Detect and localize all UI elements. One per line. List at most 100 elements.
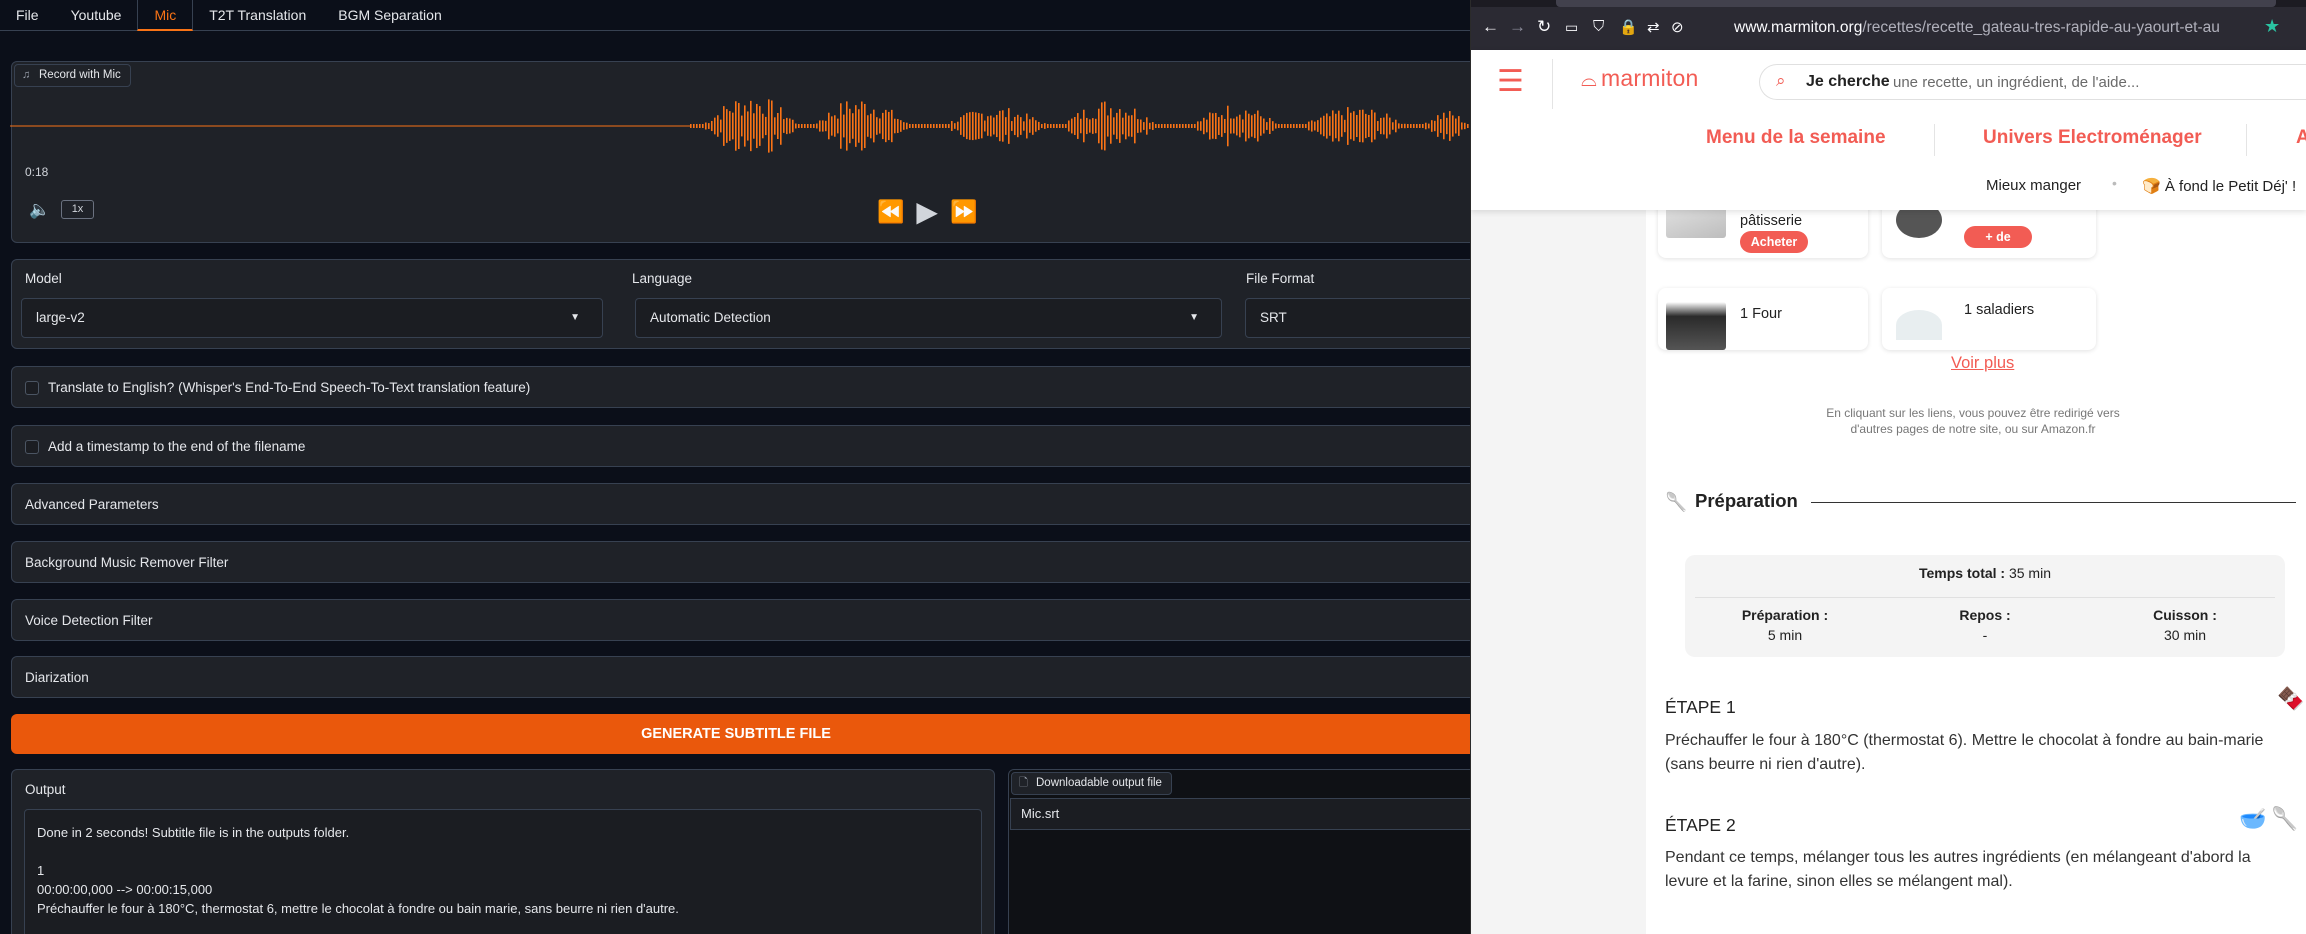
bgm-remover-accordion[interactable]: Background Music Remover Filter (11, 541, 1470, 583)
waveform-bar (1230, 118, 1232, 134)
tab-file[interactable]: File (0, 0, 55, 31)
tab-t2t-translation[interactable]: T2T Translation (193, 0, 322, 31)
waveform-bar (1023, 121, 1025, 131)
timestamp-option[interactable]: Add a timestamp to the end of the filena… (11, 425, 1470, 467)
product-card-saladiers[interactable]: 1 saladiers (1882, 288, 2096, 350)
language-dropdown[interactable]: Automatic Detection ▼ (635, 298, 1222, 338)
waveform-bar (945, 124, 947, 128)
waveform-bar (1170, 124, 1172, 128)
waveform-bar (1458, 116, 1460, 136)
diarization-accordion[interactable]: Diarization (11, 656, 1470, 698)
waveform-bar (963, 115, 965, 137)
browser-tab[interactable] (1556, 0, 2276, 7)
download-panel: 🗋 Downloadable output file (1008, 769, 1470, 934)
rewind-icon[interactable]: ⏪ (877, 199, 904, 225)
waveform-bar (1017, 114, 1019, 138)
audio-label-text: Record with Mic (39, 69, 121, 81)
waveform-bar (903, 122, 905, 130)
file-format-dropdown[interactable]: SRT (1245, 298, 1470, 338)
back-icon[interactable]: ← (1482, 17, 1499, 37)
url-bar[interactable]: www.marmiton.org/recettes/recette_gateau… (1734, 19, 2220, 37)
tab-mic[interactable]: Mic (137, 0, 194, 31)
advanced-parameters-accordion[interactable]: Advanced Parameters (11, 483, 1470, 525)
timestamp-checkbox[interactable] (25, 440, 39, 454)
waveform-bar (1215, 112, 1217, 140)
preparation-title: Préparation (1695, 490, 1798, 511)
waveform-bar (690, 124, 692, 128)
tracking-icon[interactable]: ⊘ (1671, 18, 1684, 36)
model-dropdown[interactable]: large-v2 ▼ (21, 298, 603, 338)
waveform-bar (894, 118, 896, 134)
screen: File Youtube Mic T2T Translation BGM Sep… (0, 0, 2306, 934)
waveform-bar (1254, 113, 1256, 139)
lock-icon[interactable]: 🔒 (1619, 18, 1638, 36)
audio-waveform[interactable] (10, 92, 1470, 160)
waveform-bar (1263, 118, 1265, 134)
waveform-bar (834, 115, 836, 137)
playback-time: 0:18 (25, 165, 49, 179)
permissions-icon[interactable]: ⇄ (1647, 18, 1660, 36)
waveform-bar (981, 113, 983, 139)
waveform-bar (1407, 124, 1409, 128)
nav-menu-semaine[interactable]: Menu de la semaine (1706, 127, 1886, 149)
play-icon[interactable]: ▶ (916, 195, 938, 228)
waveform-bar (1233, 118, 1235, 134)
waveform-bar (864, 103, 866, 149)
playback-speed-button[interactable]: 1x (61, 200, 94, 219)
bookmark-star-icon[interactable]: ★ (2264, 16, 2280, 37)
subnav-mieux-manger[interactable]: Mieux manger (1986, 177, 2081, 194)
output-line-timecode: 00:00:00,000 --> 00:00:15,000 (37, 882, 213, 897)
waveform-bar (1218, 117, 1220, 135)
model-value: large-v2 (36, 310, 85, 325)
waveform-bar (1014, 116, 1016, 136)
voice-detection-accordion[interactable]: Voice Detection Filter (11, 599, 1470, 641)
tab-youtube[interactable]: Youtube (55, 0, 138, 31)
nav-next-item[interactable]: A (2296, 127, 2306, 149)
waveform-bar (1065, 124, 1067, 128)
waveform-bar (1110, 108, 1112, 144)
waveform-bar (708, 123, 710, 129)
total-time-value: 35 min (2008, 565, 2051, 581)
tab-bgm-separation[interactable]: BGM Separation (322, 0, 458, 31)
model-label: Model (25, 271, 62, 286)
fast-forward-icon[interactable]: ⏩ (950, 199, 977, 225)
header-divider (1552, 59, 1553, 109)
acheter-button[interactable]: Acheter (1740, 231, 1808, 253)
waveform-bar (1032, 117, 1034, 135)
marmiton-logo[interactable]: ⌓ marmiton (1581, 65, 1698, 92)
waveform-bar (873, 109, 875, 143)
shield-icon[interactable]: ⛉ (1593, 18, 1604, 35)
voir-plus-link[interactable]: Voir plus (1951, 354, 2014, 373)
waveform-bar (1152, 122, 1154, 130)
waveform-bar (801, 124, 803, 128)
volume-icon[interactable]: 🔈 (29, 200, 50, 220)
reader-view-icon[interactable]: ▭ (1565, 19, 1578, 36)
details-button[interactable]: + de détails (1964, 226, 2032, 258)
subnav-petit-dej[interactable]: 🍞 À fond le Petit Déj' ! (2142, 177, 2296, 195)
waveform-bar (1242, 119, 1244, 133)
waveform-bar (1344, 119, 1346, 133)
waveform-bar (1392, 122, 1394, 130)
waveform-bar (1314, 121, 1316, 131)
waveform-bar (705, 122, 707, 130)
download-file-link[interactable]: Mic.srt (1010, 798, 1470, 830)
browser-toolbar: ← → ↻ ▭ ⛉ 🔒 ⇄ ⊘ www.marmiton.org/recette… (1471, 7, 2306, 50)
waveform-bar (891, 109, 893, 143)
forward-icon[interactable]: → (1509, 17, 1526, 37)
waveform-bar (1335, 113, 1337, 139)
output-textbox[interactable]: Done in 2 seconds! Subtitle file is in t… (24, 809, 982, 934)
product-card-four[interactable]: 1 Four (1658, 288, 1868, 350)
reload-icon[interactable]: ↻ (1537, 17, 1551, 37)
whisk-icon: 🥄 (1665, 492, 1688, 512)
waveform-bar (1347, 107, 1349, 145)
recipe-search-input[interactable]: ⌕ Je cherche une recette, un ingrédient,… (1759, 64, 2306, 100)
generate-subtitle-button[interactable]: GENERATE SUBTITLE FILE (11, 714, 1470, 754)
total-time: Temps total : 35 min (1685, 565, 2285, 581)
translate-option[interactable]: Translate to English? (Whisper's End-To-… (11, 366, 1470, 408)
waveform-bar (996, 114, 998, 138)
translate-checkbox[interactable] (25, 381, 39, 395)
waveform-bar (1467, 124, 1469, 128)
waveform-bar (1386, 113, 1388, 139)
nav-univers-electromenager[interactable]: Univers Electroménager (1983, 127, 2202, 149)
hamburger-menu-icon[interactable]: ☰ (1497, 64, 1524, 99)
